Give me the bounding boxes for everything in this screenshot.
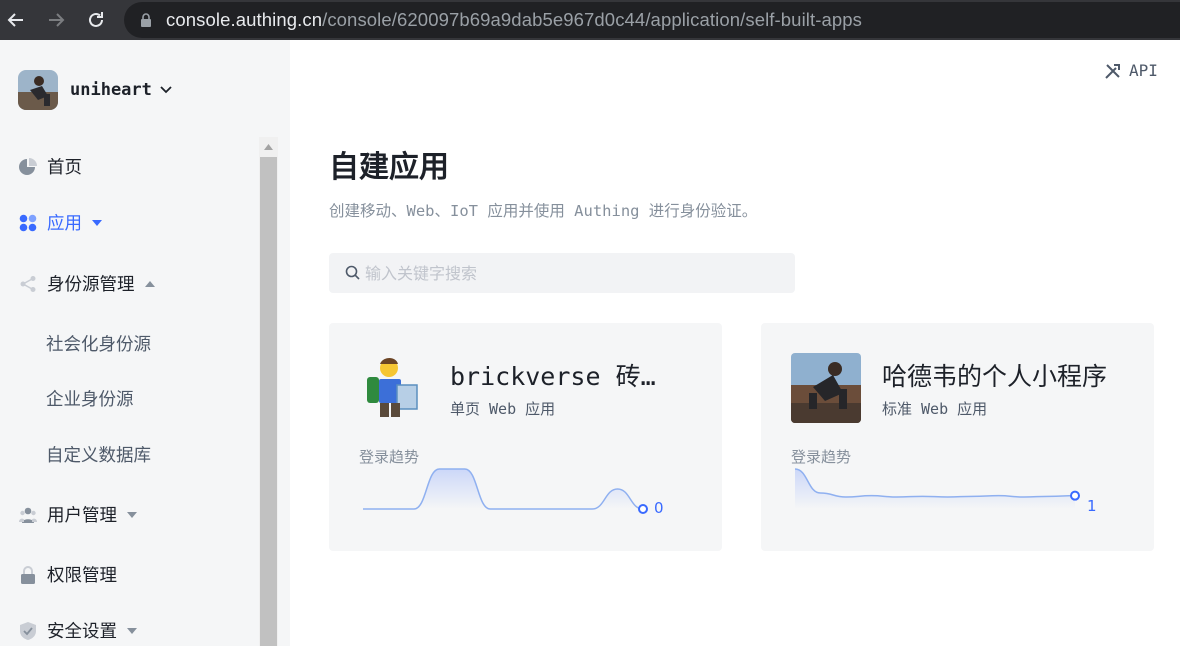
- app-name: brickverse 砖…: [450, 362, 656, 391]
- sidebar-item-label: 身份源管理: [47, 275, 135, 295]
- sidebar-item-identity-sources[interactable]: 身份源管理: [18, 271, 155, 296]
- user-name: uniheart: [70, 80, 152, 100]
- url-host: console.authing.cn: [166, 9, 323, 30]
- lock-icon: [141, 13, 151, 27]
- sidebar-scrollbar[interactable]: [259, 137, 278, 646]
- sidebar-item-security[interactable]: 安全设置: [18, 618, 137, 643]
- search-icon: [345, 265, 360, 280]
- login-count: 0: [654, 499, 664, 517]
- app-logo: [791, 353, 861, 423]
- address-bar[interactable]: console.authing.cn/console/620097b69a9da…: [124, 2, 1180, 38]
- sidebar-item-apps[interactable]: 应用: [18, 210, 102, 235]
- forward-icon[interactable]: [44, 8, 68, 32]
- login-count: 1: [1087, 497, 1097, 515]
- sidebar-subitem-enterprise[interactable]: 企业身份源: [46, 386, 134, 411]
- sidebar-item-home[interactable]: 首页: [18, 154, 82, 179]
- trend-line: [363, 468, 644, 510]
- caret-up-icon: [144, 280, 155, 287]
- apps-icon: [18, 213, 38, 233]
- caret-down-icon: [127, 511, 137, 518]
- trend-area: [363, 469, 643, 509]
- login-trend-sparkline: [794, 468, 1080, 509]
- back-icon[interactable]: [4, 8, 28, 32]
- page-title: 自建应用: [329, 150, 449, 185]
- scroll-thumb[interactable]: [260, 157, 277, 646]
- users-icon: [18, 505, 38, 525]
- lock-icon: [18, 565, 38, 585]
- sidebar-subitem-social[interactable]: 社会化身份源: [46, 331, 151, 356]
- user-menu[interactable]: uniheart: [18, 70, 172, 110]
- avatar: [18, 70, 58, 110]
- app-card[interactable]: 哈德韦的个人小程序 标准 Web 应用 登录趋势 1: [761, 323, 1154, 551]
- sidebar-item-label: 首页: [47, 158, 82, 178]
- pie-chart-icon: [18, 157, 38, 177]
- reload-icon[interactable]: [84, 8, 108, 32]
- sidebar-subitem-custom-db[interactable]: 自定义数据库: [46, 442, 151, 467]
- scroll-up-icon[interactable]: [259, 137, 278, 157]
- api-label: API: [1129, 61, 1158, 80]
- trend-end-point: [638, 504, 648, 514]
- sidebar-item-label: 安全设置: [47, 622, 117, 642]
- url-text: console.authing.cn/console/620097b69a9da…: [166, 9, 862, 31]
- page-description: 创建移动、Web、IoT 应用并使用 Authing 进行身份验证。: [329, 202, 758, 220]
- sidebar-item-users[interactable]: 用户管理: [18, 502, 137, 527]
- trend-area: [795, 469, 1075, 509]
- search-box: [329, 253, 795, 293]
- caret-down-icon: [92, 219, 102, 226]
- browser-toolbar: console.authing.cn/console/620097b69a9da…: [0, 0, 1180, 40]
- app-type: 单页 Web 应用: [450, 400, 556, 418]
- sidebar: uniheart 首页 应用 身份源管理 社会化身份源 企业身份源 自定义数据库…: [0, 40, 290, 646]
- search-input[interactable]: [365, 253, 785, 293]
- app-logo: [359, 353, 429, 423]
- login-trend-sparkline: [363, 468, 648, 514]
- shield-icon: [18, 621, 38, 641]
- sidebar-item-label: 权限管理: [47, 566, 117, 586]
- tools-icon: [1105, 63, 1120, 79]
- share-icon: [18, 274, 38, 294]
- trend-line: [794, 468, 1076, 498]
- chevron-down-icon: [160, 86, 172, 94]
- trend-end-point: [1070, 490, 1080, 501]
- sidebar-item-label: 用户管理: [47, 506, 117, 526]
- caret-down-icon: [127, 627, 137, 634]
- app-name: 哈德韦的个人小程序: [882, 362, 1108, 391]
- app-card[interactable]: brickverse 砖… 单页 Web 应用 登录趋势 0: [329, 323, 722, 551]
- api-link[interactable]: API: [1104, 61, 1158, 80]
- sidebar-item-label: 应用: [47, 214, 82, 234]
- sidebar-item-permissions[interactable]: 权限管理: [18, 562, 117, 587]
- app-type: 标准 Web 应用: [882, 400, 988, 418]
- url-path: /console/620097b69a9dab5e967d0c44/applic…: [322, 9, 863, 30]
